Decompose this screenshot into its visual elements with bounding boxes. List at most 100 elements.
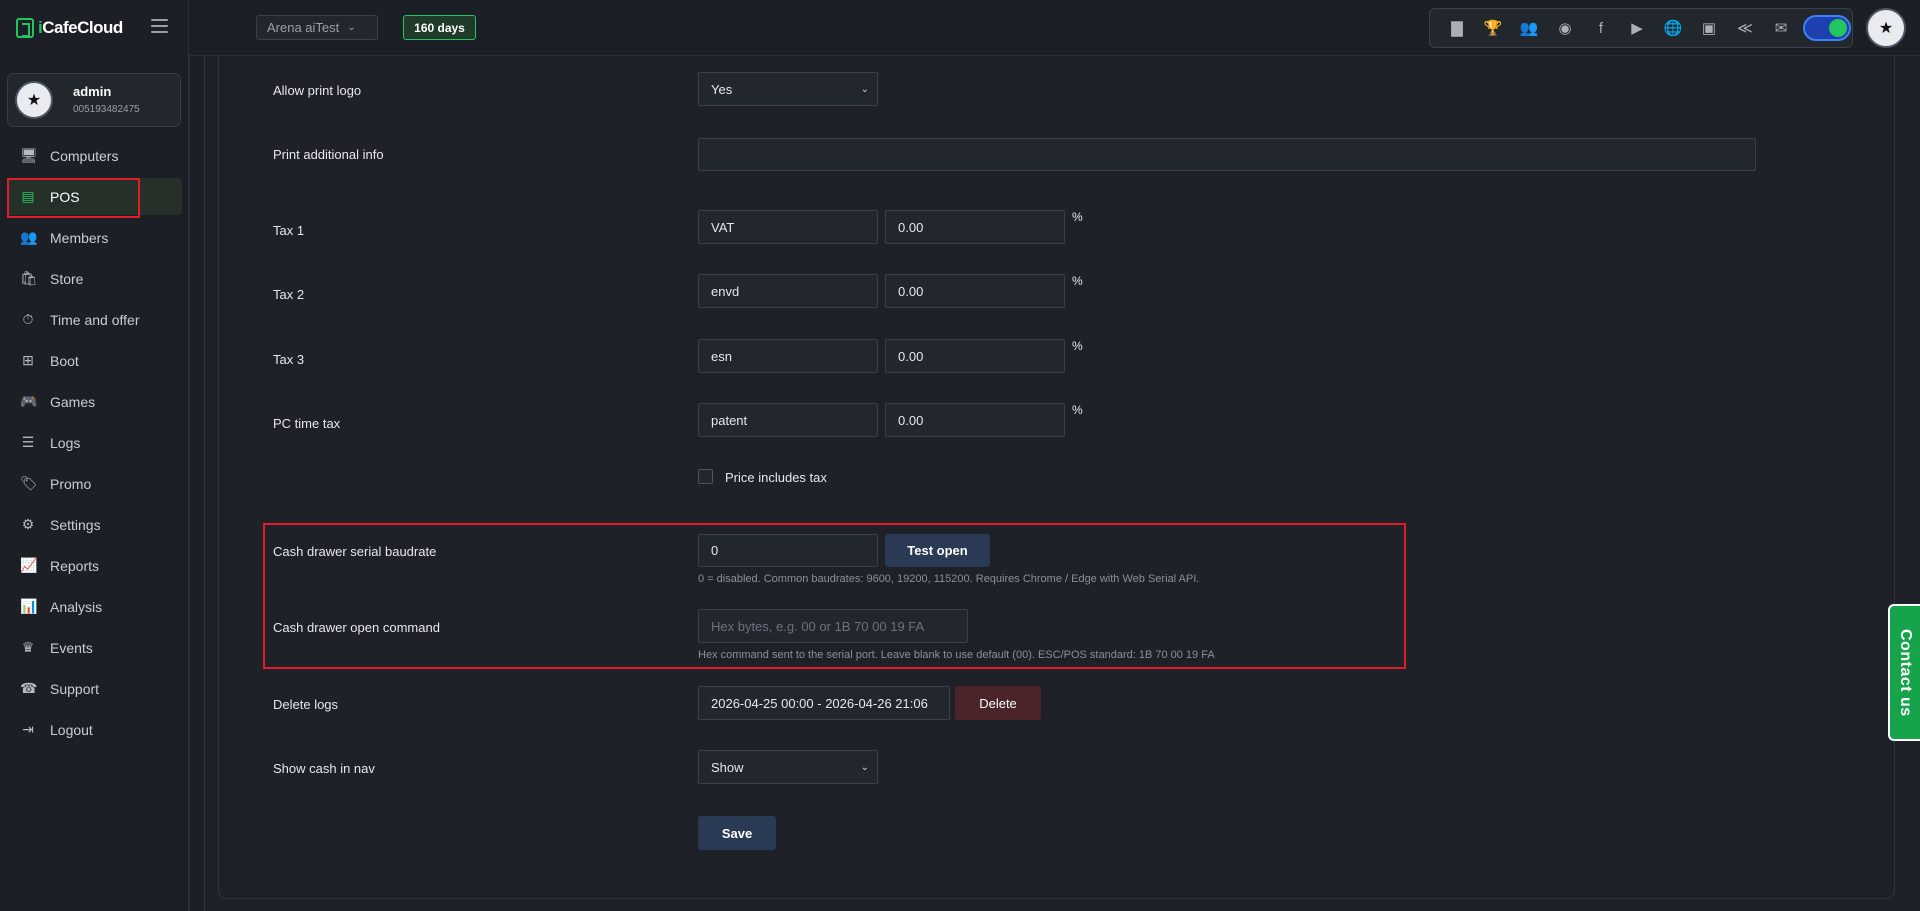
delete-logs-label: Delete logs	[273, 697, 339, 712]
icafecloud-logo[interactable]: iCafeCloud	[16, 16, 123, 40]
phone-icon: ☎	[20, 680, 38, 696]
branch-name: Arena aiTest	[267, 20, 340, 35]
allow-print-logo-label: Allow print logo	[273, 83, 362, 98]
gamepad-icon: 🎮	[20, 393, 38, 409]
tax-2-rate-input[interactable]: 0.00	[885, 274, 1065, 308]
sidebar-divider	[189, 56, 206, 911]
sidebar-item-label: Logout	[50, 721, 93, 738]
contact-us-tab[interactable]: Contact us	[1888, 604, 1920, 741]
sidebar-item-members[interactable]: 👥 Members	[7, 219, 182, 256]
chevron-down-icon: ⌄	[860, 83, 869, 95]
allow-print-logo-select[interactable]: Yes ⌄	[698, 72, 878, 106]
sidebar-item-computers[interactable]: 🖥 Computers	[7, 137, 182, 174]
sidebar-item-time-and-offer[interactable]: ⏱ Time and offer	[7, 301, 182, 338]
show-cash-in-nav-select[interactable]: Show ⌄	[698, 750, 878, 784]
baudrate-help-text: 0 = disabled. Common baudrates: 9600, 19…	[698, 573, 1200, 585]
command-help-text: Hex command sent to the serial port. Lea…	[698, 649, 1215, 661]
sidebar-item-events[interactable]: ♛ Events	[7, 629, 182, 666]
tax-2-name-input[interactable]: envd	[698, 274, 878, 308]
user-card[interactable]: ★ admin 005193482475	[7, 73, 181, 127]
rss-icon[interactable]: ◉	[1547, 8, 1583, 48]
gear-icon: ⚙	[21, 516, 35, 532]
sidebar-item-settings[interactable]: ⚙ Settings	[7, 506, 182, 543]
theme-toggle[interactable]	[1803, 15, 1851, 41]
sidebar-item-analysis[interactable]: 📊 Analysis	[7, 588, 182, 625]
sidebar-item-label: Logs	[50, 434, 81, 451]
user-id: 005193482475	[73, 104, 140, 115]
print-additional-info-label: Print additional info	[273, 147, 384, 162]
price-includes-tax-checkbox[interactable]	[698, 469, 713, 484]
main-content: Allow print logo Yes ⌄ Print additional …	[205, 56, 1920, 911]
topbar: Arena aiTest ⌄ 160 days ▇ 🏆 👥 ◉ f ▶ 🌐 ▣ ≪ ✉ ★	[189, 0, 1920, 56]
save-button[interactable]: Save	[698, 816, 776, 850]
members-icon: 👥	[20, 229, 38, 245]
facebook-icon[interactable]: f	[1583, 8, 1619, 48]
ranking-icon[interactable]: ▇	[1439, 8, 1475, 48]
top-icon-strip: ▇ 🏆 👥 ◉ f ▶ 🌐 ▣ ≪ ✉	[1429, 8, 1853, 48]
sidebar-item-label: Analysis	[50, 598, 103, 615]
pc-time-tax-name-input[interactable]: patent	[698, 403, 878, 437]
menu-toggle-icon[interactable]	[151, 19, 168, 33]
sidebar-item-label: Time and offer	[50, 311, 140, 328]
test-open-button[interactable]: Test open	[885, 534, 990, 567]
tax-1-percent-sign: %	[1072, 210, 1083, 224]
windows-icon: ⊞	[22, 352, 34, 368]
youtube-icon[interactable]: ▶	[1619, 8, 1655, 48]
sidebar-item-logout[interactable]: ⇥ Logout	[7, 711, 182, 748]
tax-2-percent-sign: %	[1072, 274, 1083, 288]
icafe-icon[interactable]: ▣	[1691, 8, 1727, 48]
cash-drawer-command-input[interactable]: Hex bytes, e.g. 00 or 1B 70 00 19 FA	[698, 609, 968, 643]
mail-icon[interactable]: ✉	[1763, 8, 1799, 48]
sidebar-item-promo[interactable]: 🏷 Promo	[7, 465, 182, 502]
timer-icon: ⏱	[22, 311, 34, 327]
sidebar-item-boot[interactable]: ⊞ Boot	[7, 342, 182, 379]
sidebar-item-label: Boot	[50, 352, 79, 369]
sidebar-nav: 🖥 Computers ▤ POS 👥 Members 🛍 Store ⏱ Time and of…	[0, 137, 189, 752]
sidebar-item-label: Promo	[50, 475, 92, 492]
sidebar-item-label: Reports	[50, 557, 100, 574]
sidebar-item-reports[interactable]: 📈 Reports	[7, 547, 182, 584]
sidebar-item-label: Settings	[50, 516, 101, 533]
community-icon[interactable]: 👥	[1511, 8, 1547, 48]
sidebar: iCafeCloud ★ admin 005193482475 🖥 Compute…	[0, 0, 189, 911]
tax-3-label: Tax 3	[273, 352, 305, 367]
delete-logs-date-range[interactable]: 2026-04-25 00:00 - 2026-04-26 21:06	[698, 686, 950, 720]
globe-icon[interactable]: 🌐	[1655, 8, 1691, 48]
user-name: admin	[73, 84, 112, 99]
logo-text: iCafeCloud	[38, 18, 123, 37]
pc-time-tax-label: PC time tax	[273, 416, 341, 431]
sidebar-item-label: Events	[50, 639, 93, 656]
sidebar-item-games[interactable]: 🎮 Games	[7, 383, 182, 420]
sidebar-item-store[interactable]: 🛍 Store	[7, 260, 182, 297]
cash-drawer-command-label: Cash drawer open command	[273, 620, 440, 635]
line-chart-icon: 📈	[20, 557, 38, 573]
sidebar-item-label: Support	[50, 680, 100, 697]
sidebar-item-label: Members	[50, 229, 109, 246]
tax-1-rate-input[interactable]: 0.00	[885, 210, 1065, 244]
sidebar-item-label: Games	[50, 393, 96, 410]
sidebar-item-support[interactable]: ☎ Support	[7, 670, 182, 707]
logout-icon: ⇥	[22, 721, 34, 737]
monitor-icon: 🖥	[20, 147, 38, 163]
cash-drawer-baudrate-input[interactable]: 0	[698, 534, 878, 567]
sidebar-item-label: Store	[50, 270, 84, 287]
price-includes-tax-label: Price includes tax	[725, 470, 827, 485]
branch-select[interactable]: Arena aiTest ⌄	[256, 15, 378, 40]
top-avatar[interactable]: ★	[1866, 8, 1906, 48]
sidebar-item-logs[interactable]: ☰ Logs	[7, 424, 182, 461]
trophy-icon[interactable]: 🏆	[1475, 8, 1511, 48]
sidebar-item-label: POS	[50, 188, 80, 205]
sidebar-item-pos[interactable]: ▤ POS	[7, 178, 182, 215]
print-additional-info-input[interactable]	[698, 138, 1756, 171]
tax-3-rate-input[interactable]: 0.00	[885, 339, 1065, 373]
tax-1-name-input[interactable]: VAT	[698, 210, 878, 244]
user-avatar: ★	[15, 81, 53, 119]
sidebar-item-label: Computers	[50, 147, 119, 164]
pos-icon: ▤	[21, 188, 35, 204]
crown-icon: ♛	[21, 639, 35, 655]
settings-panel: Allow print logo Yes ⌄ Print additional …	[218, 56, 1895, 899]
delete-logs-button[interactable]: Delete	[955, 686, 1041, 720]
tax-3-name-input[interactable]: esn	[698, 339, 878, 373]
pc-time-tax-rate-input[interactable]: 0.00	[885, 403, 1065, 437]
handshake-icon[interactable]: ≪	[1727, 8, 1763, 48]
